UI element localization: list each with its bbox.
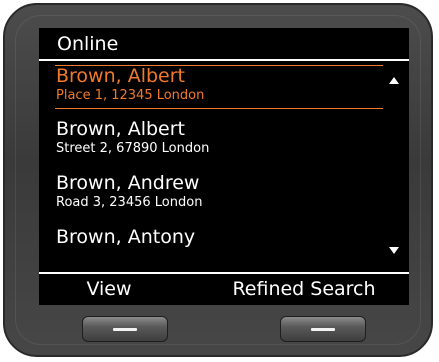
entry-address: Street 2, 67890 London xyxy=(56,141,210,156)
triangle-up-icon xyxy=(389,77,399,84)
left-softkey-button[interactable] xyxy=(82,316,168,342)
list-item-selected[interactable]: Brown, Albert Place 1, 12345 London xyxy=(56,65,386,104)
view-softkey[interactable]: View xyxy=(39,274,179,305)
result-list[interactable]: Brown, Albert Place 1, 12345 London Brow… xyxy=(39,63,409,273)
softkey-divider xyxy=(189,278,190,301)
screen-title: Online xyxy=(39,28,409,61)
entry-name: Brown, Antony xyxy=(56,226,196,248)
dash-icon xyxy=(113,328,137,331)
softkey-bar: View Refined Search xyxy=(39,272,409,305)
dash-icon xyxy=(311,328,335,331)
entry-name: Brown, Albert xyxy=(56,65,186,87)
entry-name: Brown, Albert xyxy=(56,118,186,140)
display-screen: Online Brown, Albert Place 1, 12345 Lond… xyxy=(39,28,409,305)
right-softkey-button[interactable] xyxy=(280,316,366,342)
triangle-down-icon xyxy=(389,247,399,254)
entry-address: Road 3, 23456 London xyxy=(56,195,203,210)
list-item[interactable]: Brown, Andrew Road 3, 23456 London xyxy=(56,172,386,211)
entry-address: Place 1, 12345 London xyxy=(56,88,205,103)
list-item[interactable]: Brown, Antony xyxy=(56,226,386,248)
selection-bottom-line xyxy=(55,108,383,109)
list-item[interactable]: Brown, Albert Street 2, 67890 London xyxy=(56,118,386,157)
refined-search-softkey[interactable]: Refined Search xyxy=(199,274,409,305)
entry-name: Brown, Andrew xyxy=(56,172,200,194)
